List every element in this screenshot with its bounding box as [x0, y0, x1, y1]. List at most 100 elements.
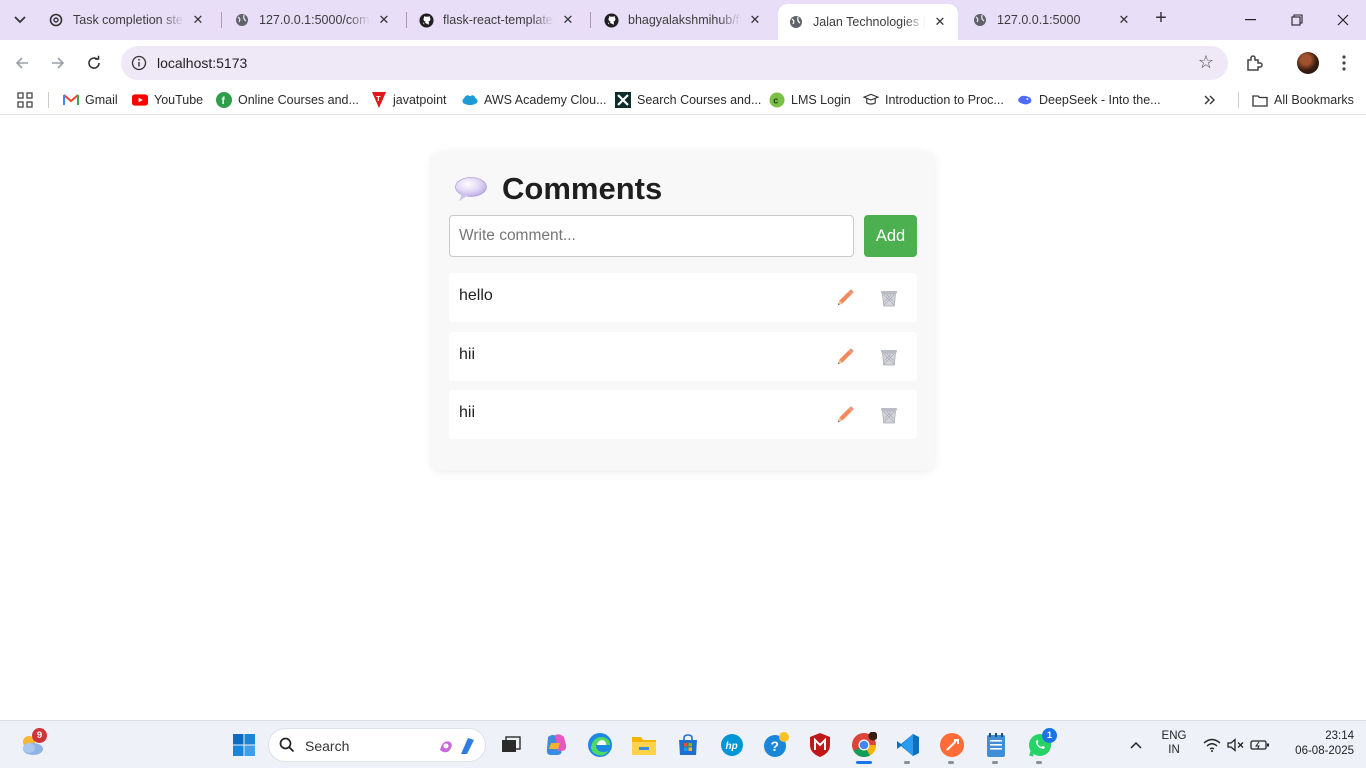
- close-window-button[interactable]: [1320, 0, 1366, 40]
- vscode-icon[interactable]: [894, 731, 922, 759]
- get-help-icon[interactable]: ?: [762, 731, 790, 759]
- edit-pencil-icon[interactable]: [835, 405, 855, 425]
- svg-text:T: T: [376, 96, 381, 103]
- github-icon: [603, 12, 619, 28]
- trash-icon[interactable]: [879, 405, 899, 425]
- bookmark-deepseek[interactable]: DeepSeek - Into the...: [1017, 91, 1161, 109]
- bookmark-youtube[interactable]: YouTube: [132, 91, 203, 109]
- edit-pencil-icon[interactable]: [835, 288, 855, 308]
- globe-icon: [234, 12, 250, 28]
- postman-icon[interactable]: [938, 731, 966, 759]
- whatsapp-badge: 1: [1042, 728, 1057, 743]
- lms-icon: c: [769, 92, 785, 108]
- file-explorer-icon[interactable]: [630, 731, 658, 759]
- new-tab-button[interactable]: +: [1150, 8, 1172, 30]
- tab-localhost-5000[interactable]: 127.0.0.1:5000 ✕: [962, 4, 1142, 36]
- tab-bhagyalakshmihub[interactable]: bhagyalakshmihub/fl ✕: [593, 4, 773, 36]
- apps-grid-icon[interactable]: [17, 91, 33, 109]
- tab-title: flask-react-template/: [443, 13, 554, 27]
- forward-button[interactable]: [45, 50, 71, 76]
- whatsapp-running-indicator: [1036, 761, 1042, 764]
- restore-button[interactable]: [1274, 0, 1320, 40]
- bookmark-intro-proc[interactable]: Introduction to Proc...: [863, 91, 1004, 109]
- copilot-icon[interactable]: [542, 731, 570, 759]
- language-indicator[interactable]: ENG IN: [1156, 730, 1192, 756]
- tab-strip: Task completion steps ✕ 127.0.0.1:5000/c…: [0, 0, 1366, 40]
- bookmark-lms-login[interactable]: c LMS Login: [769, 91, 851, 109]
- bookmark-aws-academy[interactable]: AWS Academy Clou...: [462, 91, 607, 109]
- bookmark-label: javatpoint: [393, 93, 447, 107]
- svg-text:c: c: [773, 96, 778, 106]
- edge-icon[interactable]: [586, 731, 614, 759]
- tab-title: 127.0.0.1:5000: [997, 13, 1081, 27]
- tab-title: Task completion steps: [73, 13, 184, 27]
- chrome-icon[interactable]: [850, 731, 878, 759]
- back-button[interactable]: [9, 50, 35, 76]
- show-hidden-icons-chevron-icon[interactable]: [1122, 731, 1150, 759]
- windows-start-icon[interactable]: [230, 731, 258, 759]
- minimize-button[interactable]: [1228, 0, 1274, 40]
- github-icon: [418, 12, 434, 28]
- url-text[interactable]: localhost:5173: [157, 55, 247, 71]
- tab-divider: [590, 12, 591, 28]
- bookmarks-bar: Gmail YouTube f Online Courses and... T …: [0, 85, 1366, 115]
- postman-running-indicator: [948, 761, 954, 764]
- bookmark-star-icon[interactable]: ☆: [1198, 52, 1214, 73]
- bookmark-javatpoint[interactable]: T javatpoint: [371, 91, 447, 109]
- openai-icon: [48, 12, 64, 28]
- taskbar-search[interactable]: Search: [268, 728, 486, 762]
- close-icon[interactable]: ✕: [560, 12, 576, 28]
- bookmark-gmail[interactable]: Gmail: [63, 91, 118, 109]
- add-comment-button[interactable]: Add: [864, 215, 917, 257]
- close-icon[interactable]: ✕: [747, 12, 763, 28]
- bookmark-search-courses[interactable]: Search Courses and...: [615, 91, 761, 109]
- deepseek-icon: [1017, 92, 1033, 108]
- menu-kebab-icon[interactable]: [1332, 51, 1356, 75]
- bookmark-label: YouTube: [154, 93, 204, 107]
- hp-icon[interactable]: hp: [718, 731, 746, 759]
- trash-icon[interactable]: [879, 347, 899, 367]
- tab-jalan-technologies[interactable]: Jalan Technologies | F ✕: [778, 4, 958, 40]
- tab-divider: [406, 12, 407, 28]
- clock[interactable]: 23:14 06-08-2025: [1278, 730, 1354, 757]
- bookmark-label: AWS Academy Clou...: [484, 93, 607, 107]
- bookmark-label: Gmail: [85, 93, 118, 107]
- site-info-icon[interactable]: [129, 53, 149, 73]
- tab-flask-react-template[interactable]: flask-react-template/ ✕: [408, 4, 586, 36]
- edit-pencil-icon[interactable]: [835, 347, 855, 367]
- extensions-icon[interactable]: [1242, 51, 1266, 75]
- tab-title: bhagyalakshmihub/fl: [628, 13, 741, 27]
- tab-title: Jalan Technologies | F: [813, 15, 926, 29]
- tab-search-icon[interactable]: [8, 8, 32, 32]
- language-line1: ENG: [1161, 730, 1187, 742]
- notepad-running-indicator: [992, 761, 998, 764]
- comment-input[interactable]: [449, 215, 854, 257]
- svg-text:?: ?: [771, 738, 780, 754]
- tab-task-completion[interactable]: Task completion steps ✕: [38, 4, 216, 36]
- title-text: Comments: [502, 171, 663, 206]
- microsoft-store-icon[interactable]: [674, 731, 702, 759]
- x-icon: [615, 92, 631, 108]
- address-bar[interactable]: localhost:5173 ☆: [121, 46, 1228, 80]
- globe-icon: [788, 14, 804, 30]
- bookmark-online-courses[interactable]: f Online Courses and...: [216, 91, 359, 109]
- close-icon[interactable]: ✕: [190, 12, 206, 28]
- task-view-icon[interactable]: [497, 731, 525, 759]
- bookmark-label: Search Courses and...: [637, 93, 762, 107]
- trash-icon[interactable]: [879, 288, 899, 308]
- notepad-icon[interactable]: [982, 731, 1010, 759]
- folder-icon: [1252, 92, 1268, 108]
- javatpoint-icon: T: [371, 92, 387, 108]
- battery-icon[interactable]: [1246, 731, 1274, 759]
- close-icon[interactable]: ✕: [376, 12, 392, 28]
- more-bookmarks-chevron-icon[interactable]: [1204, 91, 1216, 109]
- bookmark-label: DeepSeek - Into the...: [1039, 93, 1161, 107]
- tab-comments-api[interactable]: 127.0.0.1:5000/comments ✕: [224, 4, 402, 36]
- reload-button[interactable]: [81, 50, 107, 76]
- close-icon[interactable]: ✕: [932, 14, 948, 30]
- close-icon[interactable]: ✕: [1116, 12, 1132, 28]
- all-bookmarks-folder[interactable]: All Bookmarks: [1252, 91, 1354, 109]
- mcafee-icon[interactable]: [806, 731, 834, 759]
- profile-avatar[interactable]: [1297, 52, 1319, 74]
- clock-time: 23:14: [1325, 730, 1354, 742]
